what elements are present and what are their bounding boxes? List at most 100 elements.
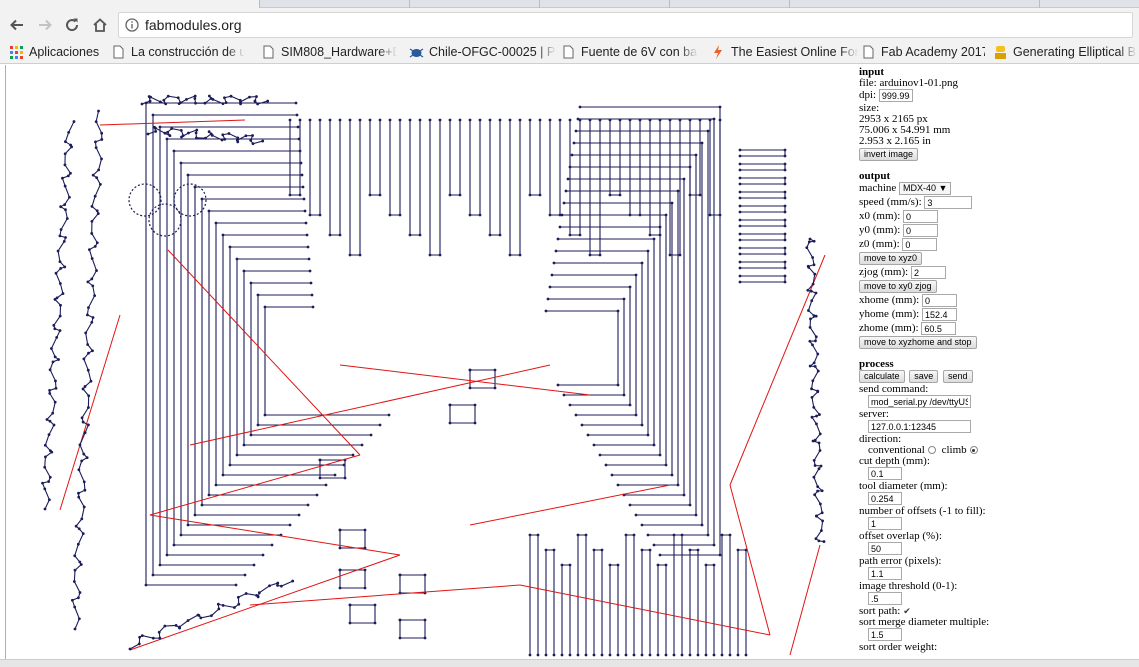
- xhome-field[interactable]: [921, 294, 957, 307]
- forward-button[interactable]: [34, 14, 56, 36]
- path-node: [164, 102, 168, 106]
- path-node: [586, 433, 590, 437]
- trace-path: [740, 247, 786, 255]
- address-bar[interactable]: fabmodules.org: [118, 12, 1133, 38]
- path-node: [498, 118, 502, 122]
- trace-path: [152, 114, 297, 576]
- path-node: [448, 193, 452, 197]
- trace-path: [589, 120, 601, 256]
- path-node: [311, 305, 315, 309]
- yhome-label: yhome (mm):: [859, 308, 920, 321]
- path-node: [93, 244, 97, 248]
- home-button[interactable]: [89, 14, 111, 36]
- tool-diameter-field[interactable]: [868, 492, 902, 505]
- bookmark-item[interactable]: Fab Academy 2017: [860, 43, 985, 61]
- path-node: [73, 568, 77, 572]
- machine-select[interactable]: MDX-40 ▼: [899, 182, 952, 195]
- path-node: [811, 439, 815, 443]
- path-node: [82, 480, 86, 484]
- path-node: [51, 411, 55, 415]
- yhome-field[interactable]: [921, 308, 957, 321]
- path-node: [528, 193, 532, 197]
- path-node: [783, 238, 787, 242]
- path-node: [151, 636, 155, 640]
- path-node: [618, 193, 622, 197]
- cut-depth-label: cut depth (mm):: [859, 455, 930, 467]
- send-command-field[interactable]: [868, 395, 971, 408]
- tab[interactable]: [790, 0, 1040, 8]
- reload-button[interactable]: [61, 14, 83, 36]
- path-node: [263, 413, 267, 417]
- path-node: [578, 105, 582, 109]
- move-to-xy0-zjog-button[interactable]: move to xy0 zjog: [859, 280, 937, 293]
- path-error-field[interactable]: [868, 567, 902, 580]
- sort-merge-field[interactable]: [868, 628, 902, 641]
- bookmark-apps[interactable]: Aplicaciones: [8, 43, 103, 61]
- bookmark-item[interactable]: SIM808_Hardware+De: [260, 43, 397, 61]
- move-to-xyz0-button[interactable]: move to xyz0: [859, 252, 923, 265]
- path-node: [783, 168, 787, 172]
- path-node: [87, 306, 90, 310]
- z0-field[interactable]: [902, 238, 938, 251]
- sort-path-checkbox[interactable]: ✔: [903, 607, 911, 616]
- tab[interactable]: [410, 0, 540, 8]
- threshold-field[interactable]: [868, 592, 902, 605]
- rapid-move-line: [789, 544, 821, 656]
- offsets-field[interactable]: [868, 517, 902, 530]
- path-node: [251, 142, 255, 146]
- conventional-radio[interactable]: [927, 446, 936, 455]
- y0-field[interactable]: [903, 224, 938, 237]
- tab-active[interactable]: [0, 0, 260, 8]
- save-button[interactable]: save: [909, 370, 939, 383]
- server-field[interactable]: [868, 420, 971, 433]
- info-icon[interactable]: [119, 18, 145, 32]
- path-node: [676, 483, 680, 487]
- speed-field[interactable]: [924, 196, 973, 209]
- path-node: [221, 133, 225, 137]
- trace-path: [740, 233, 786, 241]
- tab[interactable]: [540, 0, 670, 8]
- bookmark-item[interactable]: Generating Elliptical B: [992, 43, 1137, 61]
- path-node: [69, 171, 72, 175]
- overlap-field[interactable]: [868, 542, 902, 555]
- bookmark-item[interactable]: Chile-OFGC-00025 | P: [408, 43, 556, 61]
- x0-field[interactable]: [903, 210, 938, 223]
- path-node: [544, 309, 548, 313]
- cut-depth-field[interactable]: [868, 467, 902, 480]
- dpi-field[interactable]: [878, 89, 913, 102]
- path-node: [197, 613, 201, 617]
- zhome-field[interactable]: [921, 322, 957, 335]
- path-node: [423, 573, 427, 577]
- calculate-button[interactable]: calculate: [859, 370, 905, 383]
- path-node: [186, 523, 190, 527]
- move-to-xyzhome-button[interactable]: move to xyzhome and stop: [859, 336, 977, 349]
- bookmark-item[interactable]: Fuente de 6V con bate: [560, 43, 698, 61]
- path-node: [43, 487, 47, 491]
- path-node: [369, 433, 373, 437]
- path-node: [72, 580, 76, 583]
- path-node: [58, 260, 62, 264]
- path-node: [70, 598, 74, 602]
- path-node: [664, 213, 668, 217]
- zjog-field[interactable]: [910, 266, 946, 279]
- bookmark-item[interactable]: La construcción de un: [110, 43, 245, 61]
- path-node: [178, 625, 181, 629]
- path-node: [616, 653, 620, 657]
- bookmark-item[interactable]: The Easiest Online For: [710, 43, 858, 61]
- invert-image-button[interactable]: invert image: [859, 148, 919, 161]
- side-lettering-outline: [41, 121, 75, 510]
- path-node: [822, 540, 826, 543]
- path-node: [338, 546, 342, 550]
- path-node: [244, 592, 248, 595]
- path-node: [223, 96, 226, 100]
- path-node: [646, 249, 650, 253]
- tab[interactable]: [670, 0, 790, 8]
- path-node: [700, 141, 704, 145]
- climb-radio[interactable]: [969, 446, 978, 455]
- path-node: [82, 505, 86, 509]
- back-button[interactable]: [6, 14, 28, 36]
- lego-person-icon: [992, 44, 1008, 60]
- path-node: [249, 433, 253, 437]
- tab[interactable]: [260, 0, 410, 8]
- send-button[interactable]: send: [943, 370, 973, 383]
